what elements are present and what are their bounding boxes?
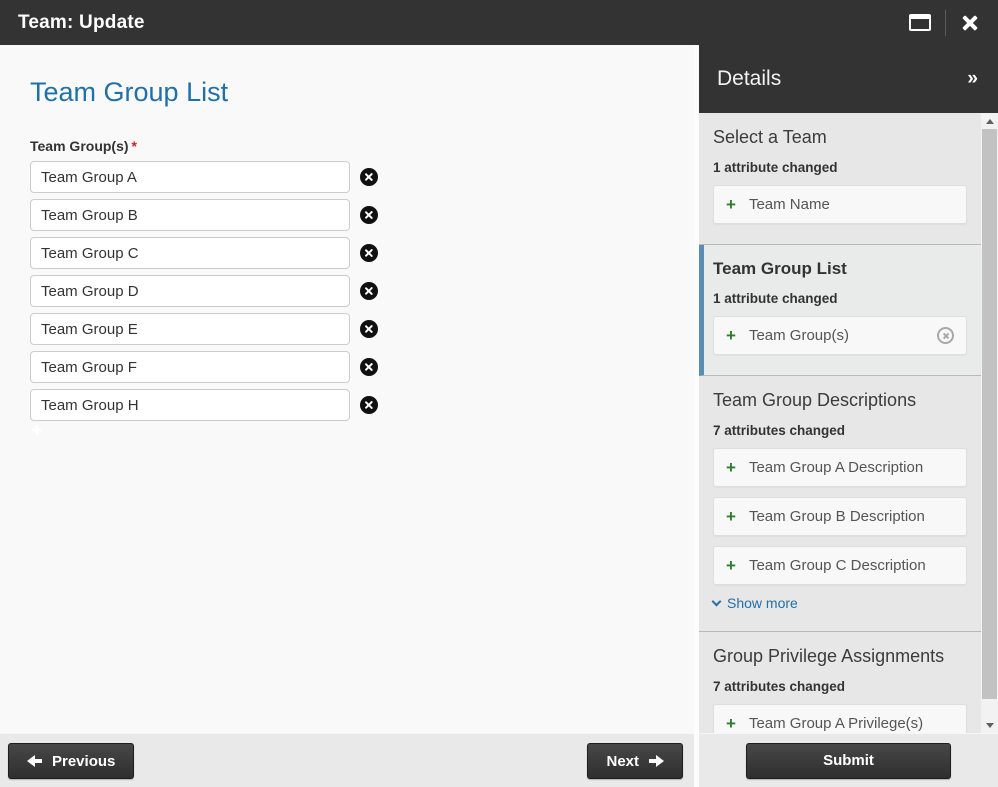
section-title: Group Privilege Assignments [713, 646, 967, 667]
show-more-link[interactable]: Show more [713, 595, 967, 611]
close-icon[interactable] [960, 13, 980, 33]
attr-label: Team Name [749, 196, 830, 213]
attr-label: Team Group A Description [749, 459, 923, 476]
team-group-row [30, 313, 694, 345]
window-titlebar: Team: Update [0, 0, 998, 45]
footer-side: Submit [699, 733, 998, 787]
attr-label: Team Group A Privilege(s) [749, 715, 923, 732]
chevron-down-icon [712, 596, 722, 606]
plus-icon: + [726, 327, 736, 344]
scroll-up-arrow[interactable] [981, 113, 998, 129]
team-group-row [30, 161, 694, 193]
remove-group-icon-1[interactable] [360, 206, 378, 224]
section-title: Team Group List [713, 259, 967, 279]
attr-card-group-a-privileges[interactable]: + Team Group A Privilege(s) [713, 704, 967, 733]
details-header: Details » [699, 45, 998, 113]
scroll-down-arrow[interactable] [981, 717, 998, 733]
attr-card-group-b-description[interactable]: + Team Group B Description [713, 497, 967, 536]
scrollbar-thumb[interactable] [982, 129, 997, 699]
remove-group-icon-2[interactable] [360, 244, 378, 262]
team-group-row [30, 237, 694, 269]
section-team-group-list: Team Group List 1 attribute changed + Te… [699, 245, 981, 376]
details-scroll-area: Select a Team 1 attribute changed + Team… [699, 113, 981, 733]
required-asterisk: * [132, 138, 137, 154]
remove-group-icon-3[interactable] [360, 282, 378, 300]
attr-label: Team Group C Description [749, 557, 926, 574]
team-group-input-2[interactable] [30, 237, 350, 269]
footer-main: Previous Next [0, 733, 694, 787]
section-changed-count: 1 attribute changed [713, 291, 967, 306]
plus-icon: + [726, 196, 736, 213]
plus-icon: + [726, 557, 736, 574]
team-groups-label: Team Group(s)* [30, 138, 694, 154]
attr-label: Team Group B Description [749, 508, 925, 525]
section-team-group-descriptions: Team Group Descriptions 7 attributes cha… [699, 376, 981, 632]
submit-button-label: Submit [823, 752, 874, 769]
previous-button[interactable]: Previous [8, 743, 134, 779]
page-title: Team Group List [30, 77, 694, 108]
arrow-right-icon [649, 755, 664, 767]
sidebar-scrollbar[interactable] [981, 113, 998, 733]
maximize-icon[interactable] [909, 14, 931, 31]
team-groups-label-text: Team Group(s) [30, 138, 129, 154]
submit-button[interactable]: Submit [746, 743, 951, 779]
team-group-row [30, 389, 694, 421]
team-group-input-4[interactable] [30, 313, 350, 345]
window-title: Team: Update [18, 12, 145, 34]
team-group-input-0[interactable] [30, 161, 350, 193]
attr-card-group-a-description[interactable]: + Team Group A Description [713, 448, 967, 487]
team-group-row [30, 275, 694, 307]
section-title: Team Group Descriptions [713, 390, 967, 411]
team-group-input-6[interactable] [30, 389, 350, 421]
collapse-sidebar-icon[interactable]: » [967, 68, 978, 90]
section-changed-count: 7 attributes changed [713, 679, 967, 694]
team-group-list [30, 161, 694, 421]
previous-button-label: Previous [52, 753, 115, 770]
plus-icon: + [726, 459, 736, 476]
remove-group-icon-5[interactable] [360, 358, 378, 376]
attr-card-group-c-description[interactable]: + Team Group C Description [713, 546, 967, 585]
team-group-input-5[interactable] [30, 351, 350, 383]
undo-change-icon[interactable] [937, 327, 954, 344]
section-group-privilege-assignments: Group Privilege Assignments 7 attributes… [699, 632, 981, 733]
team-group-input-3[interactable] [30, 275, 350, 307]
team-group-row [30, 199, 694, 231]
show-more-label: Show more [727, 595, 798, 611]
arrow-left-icon [27, 755, 42, 767]
remove-group-icon-4[interactable] [360, 320, 378, 338]
titlebar-divider [945, 10, 946, 36]
next-button[interactable]: Next [587, 743, 683, 779]
plus-icon: + [726, 715, 736, 732]
next-button-label: Next [606, 753, 639, 770]
titlebar-controls [909, 10, 980, 36]
footer-bar: Previous Next Submit [0, 733, 998, 787]
plus-icon: + [726, 508, 736, 525]
remove-group-icon-6[interactable] [360, 396, 378, 414]
main-pane: Team Group List Team Group(s)* [0, 45, 694, 733]
team-group-input-1[interactable] [30, 199, 350, 231]
attr-label: Team Group(s) [749, 327, 849, 344]
details-sidebar: Details » Select a Team 1 attribute chan… [699, 45, 998, 733]
details-title: Details [717, 67, 781, 91]
section-changed-count: 1 attribute changed [713, 160, 967, 175]
section-changed-count: 7 attributes changed [713, 423, 967, 438]
section-title: Select a Team [713, 127, 967, 148]
team-group-row [30, 351, 694, 383]
section-select-a-team: Select a Team 1 attribute changed + Team… [699, 113, 981, 245]
attr-card-team-name[interactable]: + Team Name [713, 185, 967, 224]
attr-card-team-groups[interactable]: + Team Group(s) [713, 316, 967, 355]
remove-group-icon-0[interactable] [360, 168, 378, 186]
